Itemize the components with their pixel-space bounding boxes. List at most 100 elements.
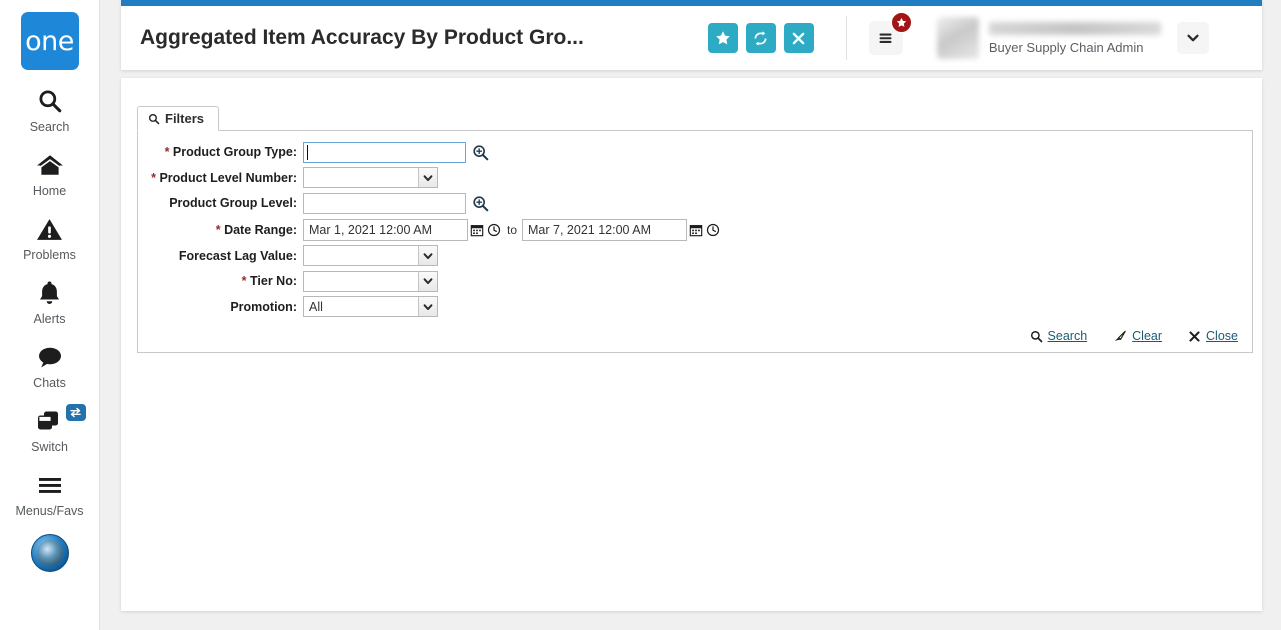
- date-range-separator: to: [507, 222, 518, 237]
- label-text: Product Group Type:: [172, 145, 297, 160]
- field-product-group-level: Product Group Level:: [138, 191, 1252, 216]
- close-x-icon: [1188, 330, 1201, 343]
- calendar-icon[interactable]: [687, 220, 704, 240]
- eraser-icon: [1113, 330, 1127, 343]
- refresh-icon: [752, 30, 769, 47]
- home-icon: [36, 148, 64, 182]
- badge-star-icon: [890, 12, 912, 33]
- product-group-level-lookup-icon[interactable]: [472, 195, 489, 212]
- sidebar-item-switch[interactable]: Switch: [0, 404, 100, 454]
- field-promotion: Promotion: All: [138, 295, 1252, 320]
- calendar-icon[interactable]: [468, 220, 485, 240]
- link-label: Search: [1047, 329, 1088, 343]
- link-label: Clear: [1132, 329, 1163, 343]
- chevron-down-icon[interactable]: [418, 246, 437, 266]
- user-avatar: [936, 17, 979, 59]
- close-icon: [791, 31, 806, 46]
- field-label: * Date Range:: [138, 223, 303, 237]
- chevron-down-icon[interactable]: [418, 297, 437, 317]
- label-text: Product Level Number:: [159, 170, 297, 185]
- field-date-range: * Date Range: Mar 1, 2021 12:00 AM to Ma…: [138, 217, 1252, 243]
- avatar[interactable]: [30, 534, 69, 572]
- chevron-down-icon[interactable]: [418, 271, 437, 291]
- header-body: Aggregated Item Accuracy By Product Gro.…: [121, 6, 1262, 70]
- text-caret: [307, 144, 308, 160]
- header-divider: [845, 16, 847, 60]
- refresh-button[interactable]: [745, 23, 776, 53]
- sidebar-item-home[interactable]: Home: [0, 148, 100, 198]
- sidebar-item-label: Alerts: [33, 312, 66, 326]
- clock-icon[interactable]: [704, 220, 721, 240]
- date-range-to[interactable]: Mar 7, 2021 12:00 AM: [522, 218, 688, 241]
- one-network-logo[interactable]: one: [20, 12, 79, 70]
- sidebar-item-chats[interactable]: Chats: [0, 340, 100, 390]
- search-link[interactable]: Search: [1030, 329, 1088, 343]
- close-button[interactable]: [783, 23, 814, 53]
- select-value: All: [309, 299, 323, 314]
- field-product-level-number: * Product Level Number:: [138, 166, 1252, 191]
- field-forecast-lag-value: Forecast Lag Value:: [138, 244, 1252, 269]
- list-menu-icon: [876, 28, 896, 48]
- sidebar-item-label: Switch: [31, 440, 68, 454]
- left-sidebar: one Search Home Problems Alerts Chats Sw…: [0, 0, 100, 630]
- favorite-button[interactable]: [707, 23, 738, 53]
- sidebar-item-label: Home: [32, 184, 67, 198]
- notifications-menu-button[interactable]: [868, 12, 912, 55]
- panel-action-links: Search Clear Close: [1030, 329, 1238, 343]
- sidebar-item-menus-favs[interactable]: Menus/Favs: [0, 468, 100, 518]
- search-icon: [148, 113, 160, 125]
- promotion-select[interactable]: All: [303, 296, 438, 318]
- chevron-down-icon: [1185, 30, 1201, 46]
- problems-icon: [36, 212, 63, 246]
- date-from-value: Mar 1, 2021 12:00 AM: [309, 222, 432, 237]
- sidebar-item-problems[interactable]: Problems: [0, 212, 100, 262]
- sidebar-item-label: Chats: [33, 376, 66, 390]
- field-label: Forecast Lag Value:: [138, 249, 303, 263]
- app-root: one Search Home Problems Alerts Chats Sw…: [0, 0, 1281, 630]
- field-label: Product Group Level:: [138, 196, 303, 210]
- tier-no-select[interactable]: [303, 270, 438, 292]
- user-role: Buyer Supply Chain Admin: [988, 39, 1144, 55]
- menus-favs-icon: [36, 468, 64, 502]
- close-link[interactable]: Close: [1188, 329, 1238, 343]
- product-group-type-lookup-icon[interactable]: [472, 144, 489, 161]
- user-name: [988, 21, 1161, 35]
- tab-label: Filters: [165, 111, 205, 126]
- clear-link[interactable]: Clear: [1113, 329, 1162, 343]
- chevron-down-icon[interactable]: [418, 168, 437, 188]
- date-range-from[interactable]: Mar 1, 2021 12:00 AM: [303, 218, 468, 241]
- sidebar-item-search[interactable]: Search: [0, 84, 100, 134]
- field-label: * Tier No:: [138, 274, 303, 288]
- page-title: Aggregated Item Accuracy By Product Gro.…: [140, 26, 584, 49]
- switch-icon: [35, 404, 65, 438]
- label-text: Date Range:: [224, 222, 297, 237]
- sidebar-item-label: Menus/Favs: [15, 504, 84, 518]
- user-profile[interactable]: Buyer Supply Chain Admin: [936, 17, 1161, 59]
- label-text: Forecast Lag Value:: [178, 248, 297, 263]
- page-header: Aggregated Item Accuracy By Product Gro.…: [121, 0, 1262, 70]
- clock-icon[interactable]: [485, 220, 502, 240]
- product-level-number-select[interactable]: [303, 167, 438, 189]
- forecast-lag-value-select[interactable]: [303, 245, 438, 267]
- label-text: Product Group Level:: [169, 196, 297, 211]
- switch-badge-icon[interactable]: [65, 404, 86, 421]
- filters-panel: * Product Group Type: * Product Level Nu…: [137, 130, 1253, 353]
- sidebar-item-label: Search: [29, 120, 70, 134]
- tab-strip: Filters: [137, 106, 220, 131]
- search-icon: [37, 84, 63, 118]
- tab-filters[interactable]: Filters: [137, 106, 220, 131]
- chats-icon: [36, 340, 64, 374]
- user-menu-toggle[interactable]: [1176, 22, 1209, 54]
- product-group-level-input[interactable]: [303, 192, 466, 214]
- alerts-icon: [37, 276, 62, 310]
- sidebar-item-alerts[interactable]: Alerts: [0, 276, 100, 326]
- required-marker: *: [164, 145, 170, 160]
- search-icon: [1030, 330, 1043, 343]
- field-tier-no: * Tier No:: [138, 269, 1252, 294]
- label-text: Tier No:: [250, 274, 297, 289]
- star-icon: [715, 30, 731, 46]
- field-label: * Product Level Number:: [138, 171, 303, 185]
- product-group-type-input[interactable]: [303, 141, 466, 163]
- user-text: Buyer Supply Chain Admin: [988, 21, 1161, 55]
- link-label: Close: [1206, 329, 1238, 343]
